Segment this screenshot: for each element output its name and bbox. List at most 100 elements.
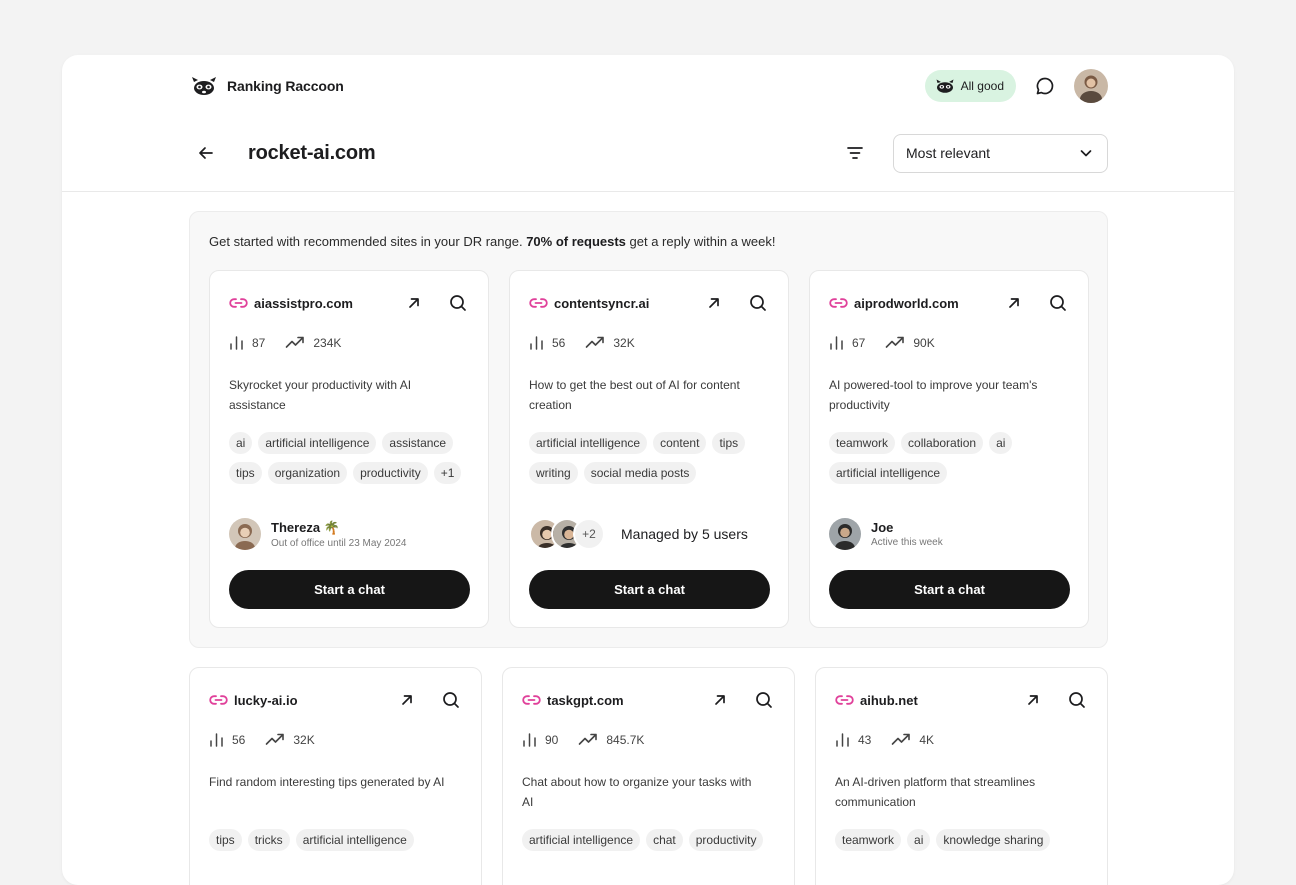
domain-rating: 56	[529, 335, 565, 350]
tag[interactable]: organization	[267, 462, 348, 484]
tag[interactable]: artificial intelligence	[522, 829, 641, 851]
domain-rating-icon	[210, 733, 223, 747]
site-description: AI powered-tool to improve your team's p…	[829, 378, 1038, 412]
tag[interactable]: writing	[529, 462, 578, 484]
tag[interactable]: ai	[229, 432, 253, 454]
status-badge[interactable]: All good	[924, 70, 1016, 102]
start-chat-button[interactable]: Start a chat	[229, 570, 470, 609]
owner-name: Thereza 🌴	[271, 519, 340, 535]
site-domain[interactable]: aihub.net	[860, 693, 918, 708]
site-card: aiprodworld.com 67 90K AI powered-tool to i…	[809, 270, 1089, 628]
tag[interactable]: assistance	[382, 432, 454, 454]
open-site-button[interactable]	[403, 292, 425, 314]
site-stats: 67 90K	[829, 335, 955, 350]
tag[interactable]: +1	[433, 462, 462, 484]
external-link-icon	[402, 695, 412, 705]
site-stats: 90 845.7K	[522, 732, 664, 747]
tag[interactable]: ai	[989, 432, 1013, 454]
tag-list: teamwork collaboration ai artificial intell…	[829, 432, 1079, 484]
domain-rating-icon	[523, 733, 536, 747]
search-icon	[750, 295, 766, 311]
external-link-icon	[1009, 298, 1019, 308]
search-icon	[1069, 692, 1085, 708]
tag[interactable]: collaboration	[901, 432, 984, 454]
filter-icon	[847, 147, 863, 159]
brand-name: Ranking Raccoon	[227, 78, 344, 94]
tag[interactable]: teamwork	[829, 432, 896, 454]
tag[interactable]: social media posts	[583, 462, 697, 484]
site-domain[interactable]: aiprodworld.com	[854, 296, 959, 311]
sort-select[interactable]: Most relevant	[893, 133, 1108, 173]
avatar-image-icon	[829, 518, 861, 550]
owner-group[interactable]: +2 Managed by 5 users	[529, 517, 748, 551]
open-site-button[interactable]	[709, 689, 731, 711]
link-icon	[829, 298, 848, 308]
brand[interactable]: Ranking Raccoon	[190, 76, 344, 96]
open-site-button[interactable]	[1022, 689, 1044, 711]
site-description: Chat about how to organize your tasks wi…	[522, 775, 752, 809]
search-site-button[interactable]	[440, 689, 462, 711]
tag[interactable]: tips	[712, 432, 746, 454]
tag[interactable]: content	[653, 432, 707, 454]
intro-text: Get started with recommended sites in yo…	[209, 234, 527, 249]
site-stats: 43 4K	[835, 732, 954, 747]
tag[interactable]: artificial intelligence	[258, 432, 377, 454]
site-description: How to get the best out of AI for conten…	[529, 378, 740, 412]
tag[interactable]: chat	[646, 829, 683, 851]
traffic-trend-icon	[579, 733, 598, 745]
card-header: aiprodworld.com	[829, 291, 1069, 315]
tag[interactable]: tips	[229, 462, 262, 484]
traffic: 234K	[285, 336, 341, 350]
domain-rating-value: 87	[252, 335, 266, 350]
traffic: 32K	[265, 733, 315, 747]
card-actions	[1003, 292, 1069, 314]
tag[interactable]: tips	[209, 829, 242, 851]
tag[interactable]: artificial intelligence	[529, 432, 648, 454]
back-button[interactable]	[188, 135, 224, 171]
owner[interactable]: Joe Active this week	[829, 517, 943, 551]
traffic-trend-icon	[586, 336, 605, 348]
site-domain[interactable]: aiassistpro.com	[254, 296, 353, 311]
card-actions	[709, 689, 775, 711]
card-actions	[703, 292, 769, 314]
open-site-button[interactable]	[703, 292, 725, 314]
traffic-trend-icon	[886, 336, 905, 348]
site-stats: 56 32K	[529, 335, 655, 350]
search-site-button[interactable]	[753, 689, 775, 711]
start-chat-button[interactable]: Start a chat	[829, 570, 1070, 609]
tag[interactable]: teamwork	[835, 829, 902, 851]
start-chat-button[interactable]: Start a chat	[529, 570, 770, 609]
chevron-down-icon	[1080, 150, 1092, 157]
domain-rating: 90	[522, 732, 558, 747]
messages-button[interactable]	[1030, 71, 1060, 101]
tag[interactable]: knowledge sharing	[936, 829, 1051, 851]
search-site-button[interactable]	[1047, 292, 1069, 314]
external-link-icon	[715, 695, 725, 705]
tag[interactable]: productivity	[353, 462, 428, 484]
domain-rating-icon	[530, 336, 543, 350]
domain-rating-value: 56	[232, 732, 246, 747]
open-site-button[interactable]	[1003, 292, 1025, 314]
search-site-button[interactable]	[747, 292, 769, 314]
search-site-button[interactable]	[1066, 689, 1088, 711]
managed-label: Managed by 5 users	[621, 526, 748, 542]
tag[interactable]: artificial intelligence	[295, 829, 414, 851]
tag-list: tips tricks artificial intelligence	[209, 829, 459, 851]
tag[interactable]: artificial intelligence	[829, 462, 948, 484]
tag[interactable]: tricks	[247, 829, 290, 851]
owner-name: Joe	[871, 520, 894, 535]
card-header: aihub.net	[835, 688, 1088, 712]
search-site-button[interactable]	[447, 292, 469, 314]
open-site-button[interactable]	[396, 689, 418, 711]
site-domain[interactable]: contentsyncr.ai	[554, 296, 649, 311]
traffic-trend-icon	[892, 733, 911, 745]
site-domain[interactable]: taskgpt.com	[547, 693, 624, 708]
filter-button[interactable]	[837, 135, 873, 171]
owner[interactable]: Thereza 🌴 Out of office until 23 May 2024	[229, 517, 406, 551]
user-avatar[interactable]	[1074, 69, 1108, 103]
chat-bubble-icon	[1036, 77, 1054, 95]
site-description: An AI-driven platform that streamlines c…	[835, 775, 1036, 809]
site-domain[interactable]: lucky-ai.io	[234, 693, 298, 708]
tag[interactable]: productivity	[688, 829, 764, 851]
tag[interactable]: ai	[907, 829, 931, 851]
